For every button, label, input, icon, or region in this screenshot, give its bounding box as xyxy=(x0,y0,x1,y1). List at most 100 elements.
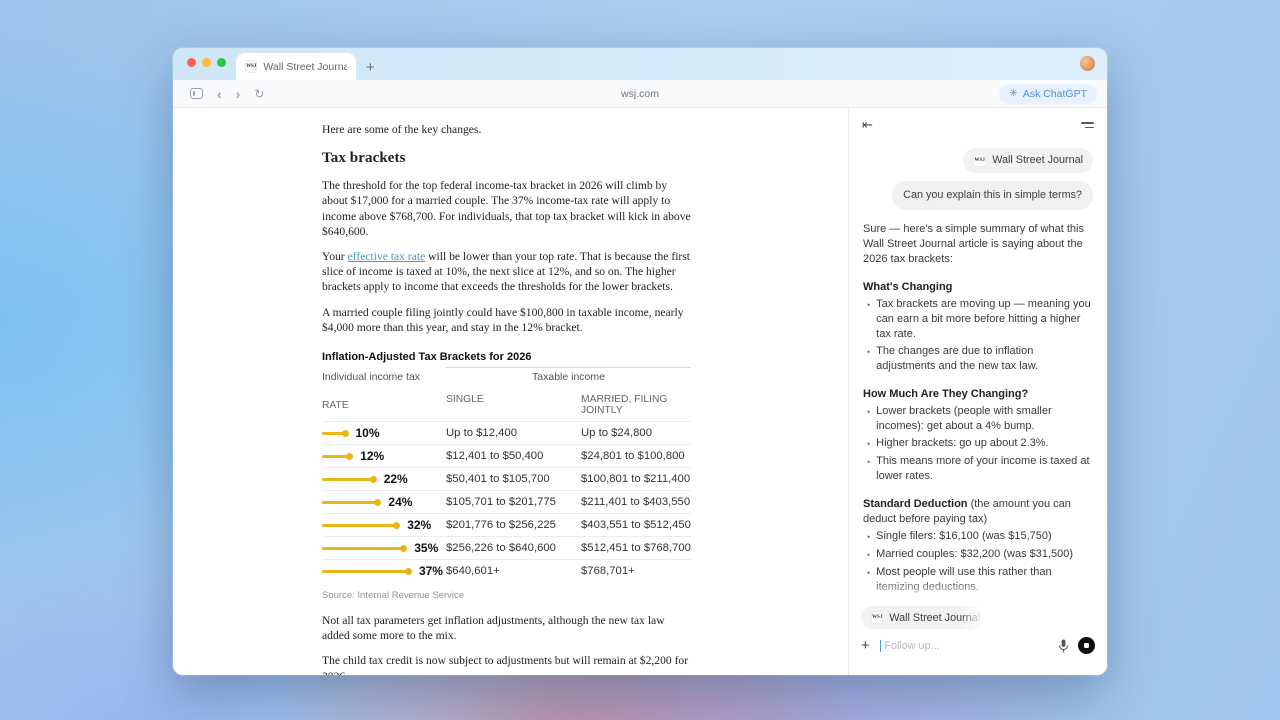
married-range: $403,551 to $512,450 xyxy=(581,519,691,531)
tax-bracket-table: Inflation-Adjusted Tax Brackets for 2026… xyxy=(322,351,691,601)
single-range: $105,701 to $201,775 xyxy=(446,496,581,508)
browser-window: WSJ Wall Street Journal + ‹ › ↻ wsj.com … xyxy=(173,48,1107,675)
table-body: 10%Up to $12,400Up to $24,80012%$12,401 … xyxy=(322,421,691,582)
rate-bar xyxy=(322,570,409,573)
heading-tax-brackets: Tax brackets xyxy=(322,150,691,167)
assistant-intro: Sure — here's a simple summary of what t… xyxy=(863,222,1093,267)
table-title: Inflation-Adjusted Tax Brackets for 2026 xyxy=(322,351,691,363)
rate-label: 12% xyxy=(360,449,384,463)
traffic-lights xyxy=(187,58,226,67)
article-p4: Not all tax parameters get inflation adj… xyxy=(322,613,691,643)
section-heading: What's Changing xyxy=(863,281,952,293)
married-range: $512,451 to $768,700 xyxy=(581,542,691,554)
zoom-window-button[interactable] xyxy=(217,58,226,67)
browser-tab[interactable]: WSJ Wall Street Journal xyxy=(236,53,356,80)
tax-row: 37%$640,601+$768,701+ xyxy=(322,559,691,582)
rate-bar xyxy=(322,455,350,458)
single-range: Up to $12,400 xyxy=(446,427,581,439)
new-tab-button[interactable]: + xyxy=(366,60,375,75)
article-p2: Your effective tax rate will be lower th… xyxy=(322,249,691,295)
minimize-window-button[interactable] xyxy=(202,58,211,67)
chatgpt-panel: ⇤ WSJ Wall Street Journal Can you explai… xyxy=(848,108,1107,675)
rate-label: 32% xyxy=(407,518,431,532)
user-message: Can you explain this in simple terms? xyxy=(892,181,1093,210)
rate-label: 22% xyxy=(384,472,408,486)
single-range: $201,776 to $256,225 xyxy=(446,519,581,531)
chat-messages: WSJ Wall Street Journal Can you explain … xyxy=(849,142,1107,605)
table-column-headers: RATE SINGLE MARRIED, FILING JOINTLY xyxy=(322,390,691,421)
tax-row: 32% $201,776 to $256,225$403,551 to $512,… xyxy=(322,513,691,536)
group-taxable-income: Taxable income xyxy=(446,367,691,383)
composer-context-chip[interactable]: WSJ Wall Street Journal xyxy=(861,606,983,629)
section-heading: How Much Are They Changing? xyxy=(863,388,1028,400)
col-rate: RATE xyxy=(322,394,446,416)
tab-title: Wall Street Journal xyxy=(263,61,347,73)
profile-avatar[interactable] xyxy=(1080,56,1095,71)
wsj-composer-favicon: WSJ xyxy=(871,611,883,624)
collapse-panel-icon[interactable]: ⇤ xyxy=(862,117,873,133)
context-chip[interactable]: WSJ Wall Street Journal xyxy=(963,148,1093,173)
bullet-item: •Lower brackets (people with smaller inc… xyxy=(863,404,1093,434)
married-range: $24,801 to $100,800 xyxy=(581,450,691,462)
bullet-item: •Tax brackets are moving up — meaning yo… xyxy=(863,297,1093,342)
assistant-section: Standard Deduction (the amount you can d… xyxy=(863,497,1093,595)
back-button[interactable]: ‹ xyxy=(217,87,222,101)
rate-bar xyxy=(322,501,378,504)
bullet-item: •The changes are due to inflation adjust… xyxy=(863,344,1093,374)
article-page: Here are some of the key changes. Tax br… xyxy=(173,108,848,675)
assistant-section: How Much Are They Changing? •Lower bracke… xyxy=(863,387,1093,484)
chat-header: ⇤ xyxy=(849,108,1107,142)
assistant-section: What's Changing •Tax brackets are moving … xyxy=(863,280,1093,374)
address-bar[interactable]: wsj.com xyxy=(173,88,1107,100)
article-p3: A married couple filing jointly could ha… xyxy=(322,305,691,335)
effective-tax-rate-link[interactable]: effective tax rate xyxy=(348,250,426,263)
tab-strip: WSJ Wall Street Journal + xyxy=(173,48,1107,80)
married-range: $100,801 to $211,400 xyxy=(581,473,691,485)
rate-label: 35% xyxy=(414,541,438,555)
context-chip-label: Wall Street Journal xyxy=(992,153,1083,168)
panel-menu-icon[interactable] xyxy=(1081,122,1094,128)
attach-button[interactable]: + xyxy=(861,637,870,654)
group-individual: Individual income tax xyxy=(322,371,446,383)
rate-label: 10% xyxy=(356,426,380,440)
rate-label: 24% xyxy=(388,495,412,509)
wsj-chip-favicon: WSJ xyxy=(973,154,986,167)
wsj-favicon: WSJ xyxy=(245,60,257,73)
tax-row: 10%Up to $12,400Up to $24,800 xyxy=(322,421,691,444)
stop-voice-button[interactable] xyxy=(1078,637,1095,654)
tax-row: 35% $256,226 to $640,600$512,451 to $768,… xyxy=(322,536,691,559)
openai-icon: ✳ xyxy=(1009,89,1017,99)
bullet-item: •This means more of your income is taxed… xyxy=(863,454,1093,484)
single-range: $256,226 to $640,600 xyxy=(446,542,581,554)
sidebar-toggle-button[interactable] xyxy=(190,88,203,99)
bullet-item: •Higher brackets: go up about 2.3%. xyxy=(863,436,1093,452)
married-range: $211,401 to $403,550 xyxy=(581,496,691,508)
composer: WSJ Wall Street Journal + Follow up... xyxy=(849,605,1107,675)
close-window-button[interactable] xyxy=(187,58,196,67)
table-group-headers: Individual income tax Taxable income xyxy=(322,371,691,390)
col-married: MARRIED, FILING JOINTLY xyxy=(581,394,691,416)
assistant-message: Sure — here's a simple summary of what t… xyxy=(863,222,1093,605)
stop-icon xyxy=(1084,643,1090,649)
bullet-item: •Married couples: $32,200 (was $31,500) xyxy=(863,547,1093,563)
reload-button[interactable]: ↻ xyxy=(254,88,264,100)
forward-button[interactable]: › xyxy=(236,87,241,101)
rate-label: 37% xyxy=(419,564,443,578)
ask-chatgpt-label: Ask ChatGPT xyxy=(1023,88,1087,100)
section-heading: Standard Deduction xyxy=(863,498,968,510)
married-range: $768,701+ xyxy=(581,565,691,577)
tax-row: 12%$12,401 to $50,400$24,801 to $100,800 xyxy=(322,444,691,467)
article-intro: Here are some of the key changes. xyxy=(322,122,691,137)
article-p1: The threshold for the top federal income… xyxy=(322,178,691,239)
rate-bar xyxy=(322,432,346,435)
composer-chip-label: Wall Street Journal xyxy=(889,612,980,624)
bullet-item: •Most people will use this rather than i… xyxy=(863,565,1093,595)
dictation-mic-icon[interactable] xyxy=(1058,639,1069,653)
ask-chatgpt-button[interactable]: ✳ Ask ChatGPT xyxy=(999,84,1097,104)
followup-input[interactable]: Follow up... xyxy=(884,640,1058,652)
single-range: $50,401 to $105,700 xyxy=(446,473,581,485)
text-cursor xyxy=(880,640,882,652)
single-range: $640,601+ xyxy=(446,565,581,577)
rate-bar xyxy=(322,524,397,527)
rate-bar xyxy=(322,478,374,481)
